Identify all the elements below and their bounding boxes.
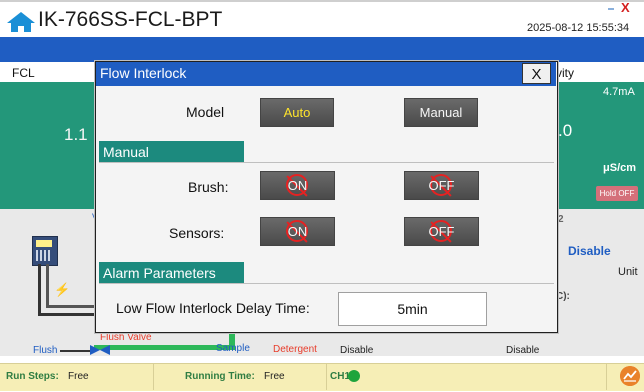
flush-pipe — [94, 345, 232, 350]
flush-line — [60, 350, 92, 352]
model-label: Model — [186, 104, 225, 120]
section-divider — [99, 162, 554, 163]
flush-valve-label: Flush Valve — [100, 332, 152, 343]
cable-line — [46, 305, 100, 308]
running-time-value: Free — [264, 371, 285, 382]
timestamp: 2025-08-12 15:55:34 — [527, 22, 630, 34]
chart-icon[interactable] — [620, 366, 640, 386]
detergent-label: Detergent — [273, 344, 317, 355]
conductivity-ma: 4.7mA — [603, 86, 635, 98]
sample-label: Sample — [216, 343, 250, 354]
status-separator — [153, 364, 154, 390]
conductivity-unit: μS/cm — [603, 162, 637, 174]
status-disable: Disable — [340, 345, 374, 356]
bolt-icon: ⚡ — [54, 282, 71, 297]
status-bar — [0, 363, 644, 391]
home-icon[interactable] — [6, 11, 36, 33]
status-separator — [606, 364, 607, 390]
brush-on-button[interactable]: ON — [260, 171, 335, 200]
brush-off-label: OFF — [428, 178, 455, 193]
minimize-icon[interactable] — [608, 8, 614, 10]
close-icon[interactable]: X — [621, 1, 630, 14]
channel-2-label: 2 — [558, 214, 564, 225]
valve-icon — [90, 345, 110, 355]
controller-screen — [36, 240, 52, 247]
controller-keypad — [36, 250, 52, 261]
dialog-title: Flow Interlock — [100, 65, 187, 81]
conductivity-value: .0 — [558, 121, 573, 140]
conductivity-panel-label: vity — [556, 66, 574, 80]
sensors-label: Sensors: — [169, 225, 225, 241]
dialog-close-button[interactable]: X — [522, 63, 551, 84]
run-steps-value: Free — [68, 371, 89, 382]
running-time-key: Running Time: — [185, 371, 255, 382]
unit-label: Unit — [618, 266, 638, 278]
auto-button[interactable]: Auto — [260, 98, 334, 127]
delay-time-label: Low Flow Interlock Delay Time: — [116, 300, 310, 316]
sensors-off-label: OFF — [428, 224, 455, 239]
fcl-panel-label: FCL — [12, 66, 35, 80]
brush-off-button[interactable]: OFF — [404, 171, 479, 200]
sensors-on-label: ON — [287, 224, 308, 239]
sensors-on-button[interactable]: ON — [260, 217, 335, 246]
sensors-off-button[interactable]: OFF — [404, 217, 479, 246]
app-title: IK-766SS-FCL-BPT — [38, 8, 223, 31]
channel-2-status: Disable — [568, 244, 611, 258]
title-band — [0, 37, 644, 62]
ch1-status-dot — [348, 370, 360, 382]
manual-button[interactable]: Manual — [404, 98, 478, 127]
hold-off-button[interactable]: Hold OFF — [596, 186, 638, 201]
flush-label: Flush — [33, 345, 58, 356]
cable-line — [38, 264, 41, 314]
section-divider — [99, 283, 554, 284]
status-disable: Disable — [506, 345, 540, 356]
cable-line — [46, 264, 49, 306]
temperature-label: C): — [556, 291, 570, 302]
delay-time-input[interactable] — [338, 292, 487, 326]
fcl-reading-panel — [0, 82, 100, 209]
brush-on-label: ON — [287, 178, 308, 193]
fcl-value: 1.1 — [64, 125, 88, 144]
manual-section-header: Manual — [99, 141, 244, 163]
brush-label: Brush: — [188, 179, 229, 195]
alarm-parameters-section-header: Alarm Parameters — [99, 262, 244, 284]
run-steps-key: Run Steps: — [6, 371, 59, 382]
